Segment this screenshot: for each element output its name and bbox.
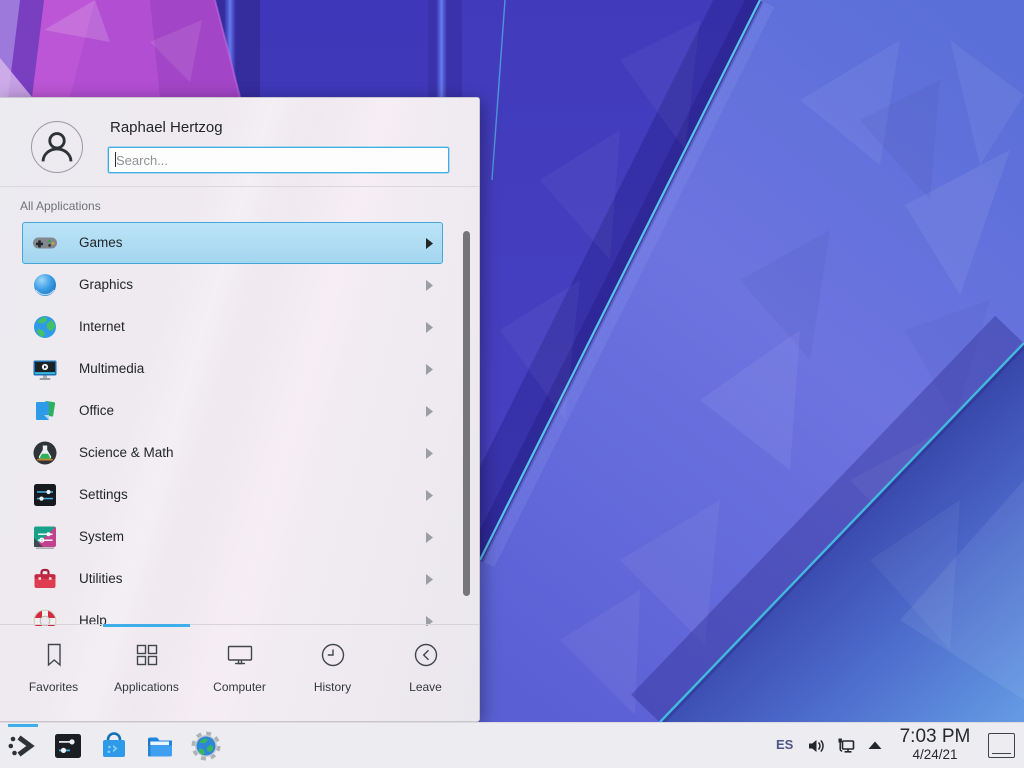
tab-leave[interactable]: Leave <box>379 640 472 694</box>
tab-favorites[interactable]: Favorites <box>7 640 100 694</box>
submenu-arrow-icon <box>425 532 434 543</box>
digital-clock[interactable]: 7:03 PM 4/24/21 <box>893 726 977 762</box>
favorites-icon <box>39 657 69 674</box>
header-separator <box>0 186 479 187</box>
category-label: Internet <box>79 307 125 347</box>
submenu-arrow-icon <box>425 322 434 333</box>
application-launcher-popup: Raphael Hertzog All Applications <box>0 97 480 722</box>
submenu-arrow-icon <box>425 238 434 249</box>
web-browser-button[interactable] <box>190 730 222 762</box>
category-multimedia[interactable]: Multimedia <box>22 348 443 390</box>
games-icon <box>32 230 58 256</box>
category-graphics[interactable]: Graphics <box>22 264 443 306</box>
category-utilities[interactable]: Utilities <box>22 558 443 600</box>
category-office[interactable]: Office <box>22 390 443 432</box>
internet-icon <box>32 314 58 340</box>
keyboard-layout-indicator[interactable]: ES <box>776 737 793 752</box>
history-icon <box>318 657 348 674</box>
submenu-arrow-icon <box>425 448 434 459</box>
active-tab-indicator <box>103 624 190 627</box>
submenu-arrow-icon <box>425 490 434 501</box>
category-internet[interactable]: Internet <box>22 306 443 348</box>
system-icon <box>32 524 58 550</box>
category-help[interactable]: Help <box>22 600 443 626</box>
section-label: All Applications <box>20 199 101 213</box>
category-label: Games <box>79 223 123 263</box>
graphics-icon <box>32 272 58 298</box>
discover-button[interactable] <box>98 730 130 762</box>
submenu-arrow-icon <box>425 406 434 417</box>
category-label: Graphics <box>79 265 133 305</box>
volume-icon[interactable] <box>806 736 826 756</box>
search-input[interactable] <box>108 147 449 173</box>
network-icon[interactable] <box>836 736 856 756</box>
file-manager-button[interactable] <box>144 730 176 762</box>
science-icon <box>32 440 58 466</box>
applications-icon <box>132 657 162 674</box>
utilities-icon <box>32 566 58 592</box>
tab-label: Leave <box>379 680 472 694</box>
leave-icon <box>411 657 441 674</box>
category-science-math[interactable]: Science & Math <box>22 432 443 474</box>
list-scrollbar[interactable] <box>463 231 470 596</box>
tab-label: Computer <box>193 680 286 694</box>
system-settings-button[interactable] <box>52 730 84 762</box>
tab-label: History <box>286 680 379 694</box>
user-avatar[interactable] <box>31 121 83 173</box>
submenu-arrow-icon <box>425 364 434 375</box>
tab-label: Favorites <box>7 680 100 694</box>
clock-date: 4/24/21 <box>893 747 977 762</box>
user-name: Raphael Hertzog <box>110 119 223 136</box>
category-label: Office <box>79 391 114 431</box>
category-label: Science & Math <box>79 433 174 473</box>
multimedia-icon <box>32 356 58 382</box>
office-icon <box>32 398 58 424</box>
category-label: Help <box>79 601 107 626</box>
tab-history[interactable]: History <box>286 640 379 694</box>
category-label: System <box>79 517 124 557</box>
submenu-arrow-icon <box>425 574 434 585</box>
desktop: Raphael Hertzog All Applications <box>0 0 1024 768</box>
category-label: Utilities <box>79 559 123 599</box>
application-launcher-button[interactable] <box>6 730 38 762</box>
taskbar-panel: ES 7:03 PM 4/24/21 <box>0 722 1024 768</box>
tab-label: Applications <box>100 680 193 694</box>
category-list: Games Graphics <box>0 222 479 626</box>
category-games[interactable]: Games <box>22 222 443 264</box>
settings-icon <box>32 482 58 508</box>
computer-icon <box>225 657 255 674</box>
submenu-arrow-icon <box>425 280 434 291</box>
launcher-tabbar: Favorites Applications <box>0 624 479 721</box>
tab-computer[interactable]: Computer <box>193 640 286 694</box>
text-caret <box>115 152 116 167</box>
category-system[interactable]: System <box>22 516 443 558</box>
search-field-wrap <box>108 147 449 173</box>
category-label: Multimedia <box>79 349 144 389</box>
clock-time: 7:03 PM <box>893 726 977 747</box>
category-label: Settings <box>79 475 128 515</box>
category-settings[interactable]: Settings <box>22 474 443 516</box>
tab-applications[interactable]: Applications <box>100 640 193 694</box>
show-desktop-button[interactable] <box>988 733 1015 758</box>
expand-tray-icon[interactable] <box>865 736 885 756</box>
active-app-indicator <box>8 724 38 727</box>
